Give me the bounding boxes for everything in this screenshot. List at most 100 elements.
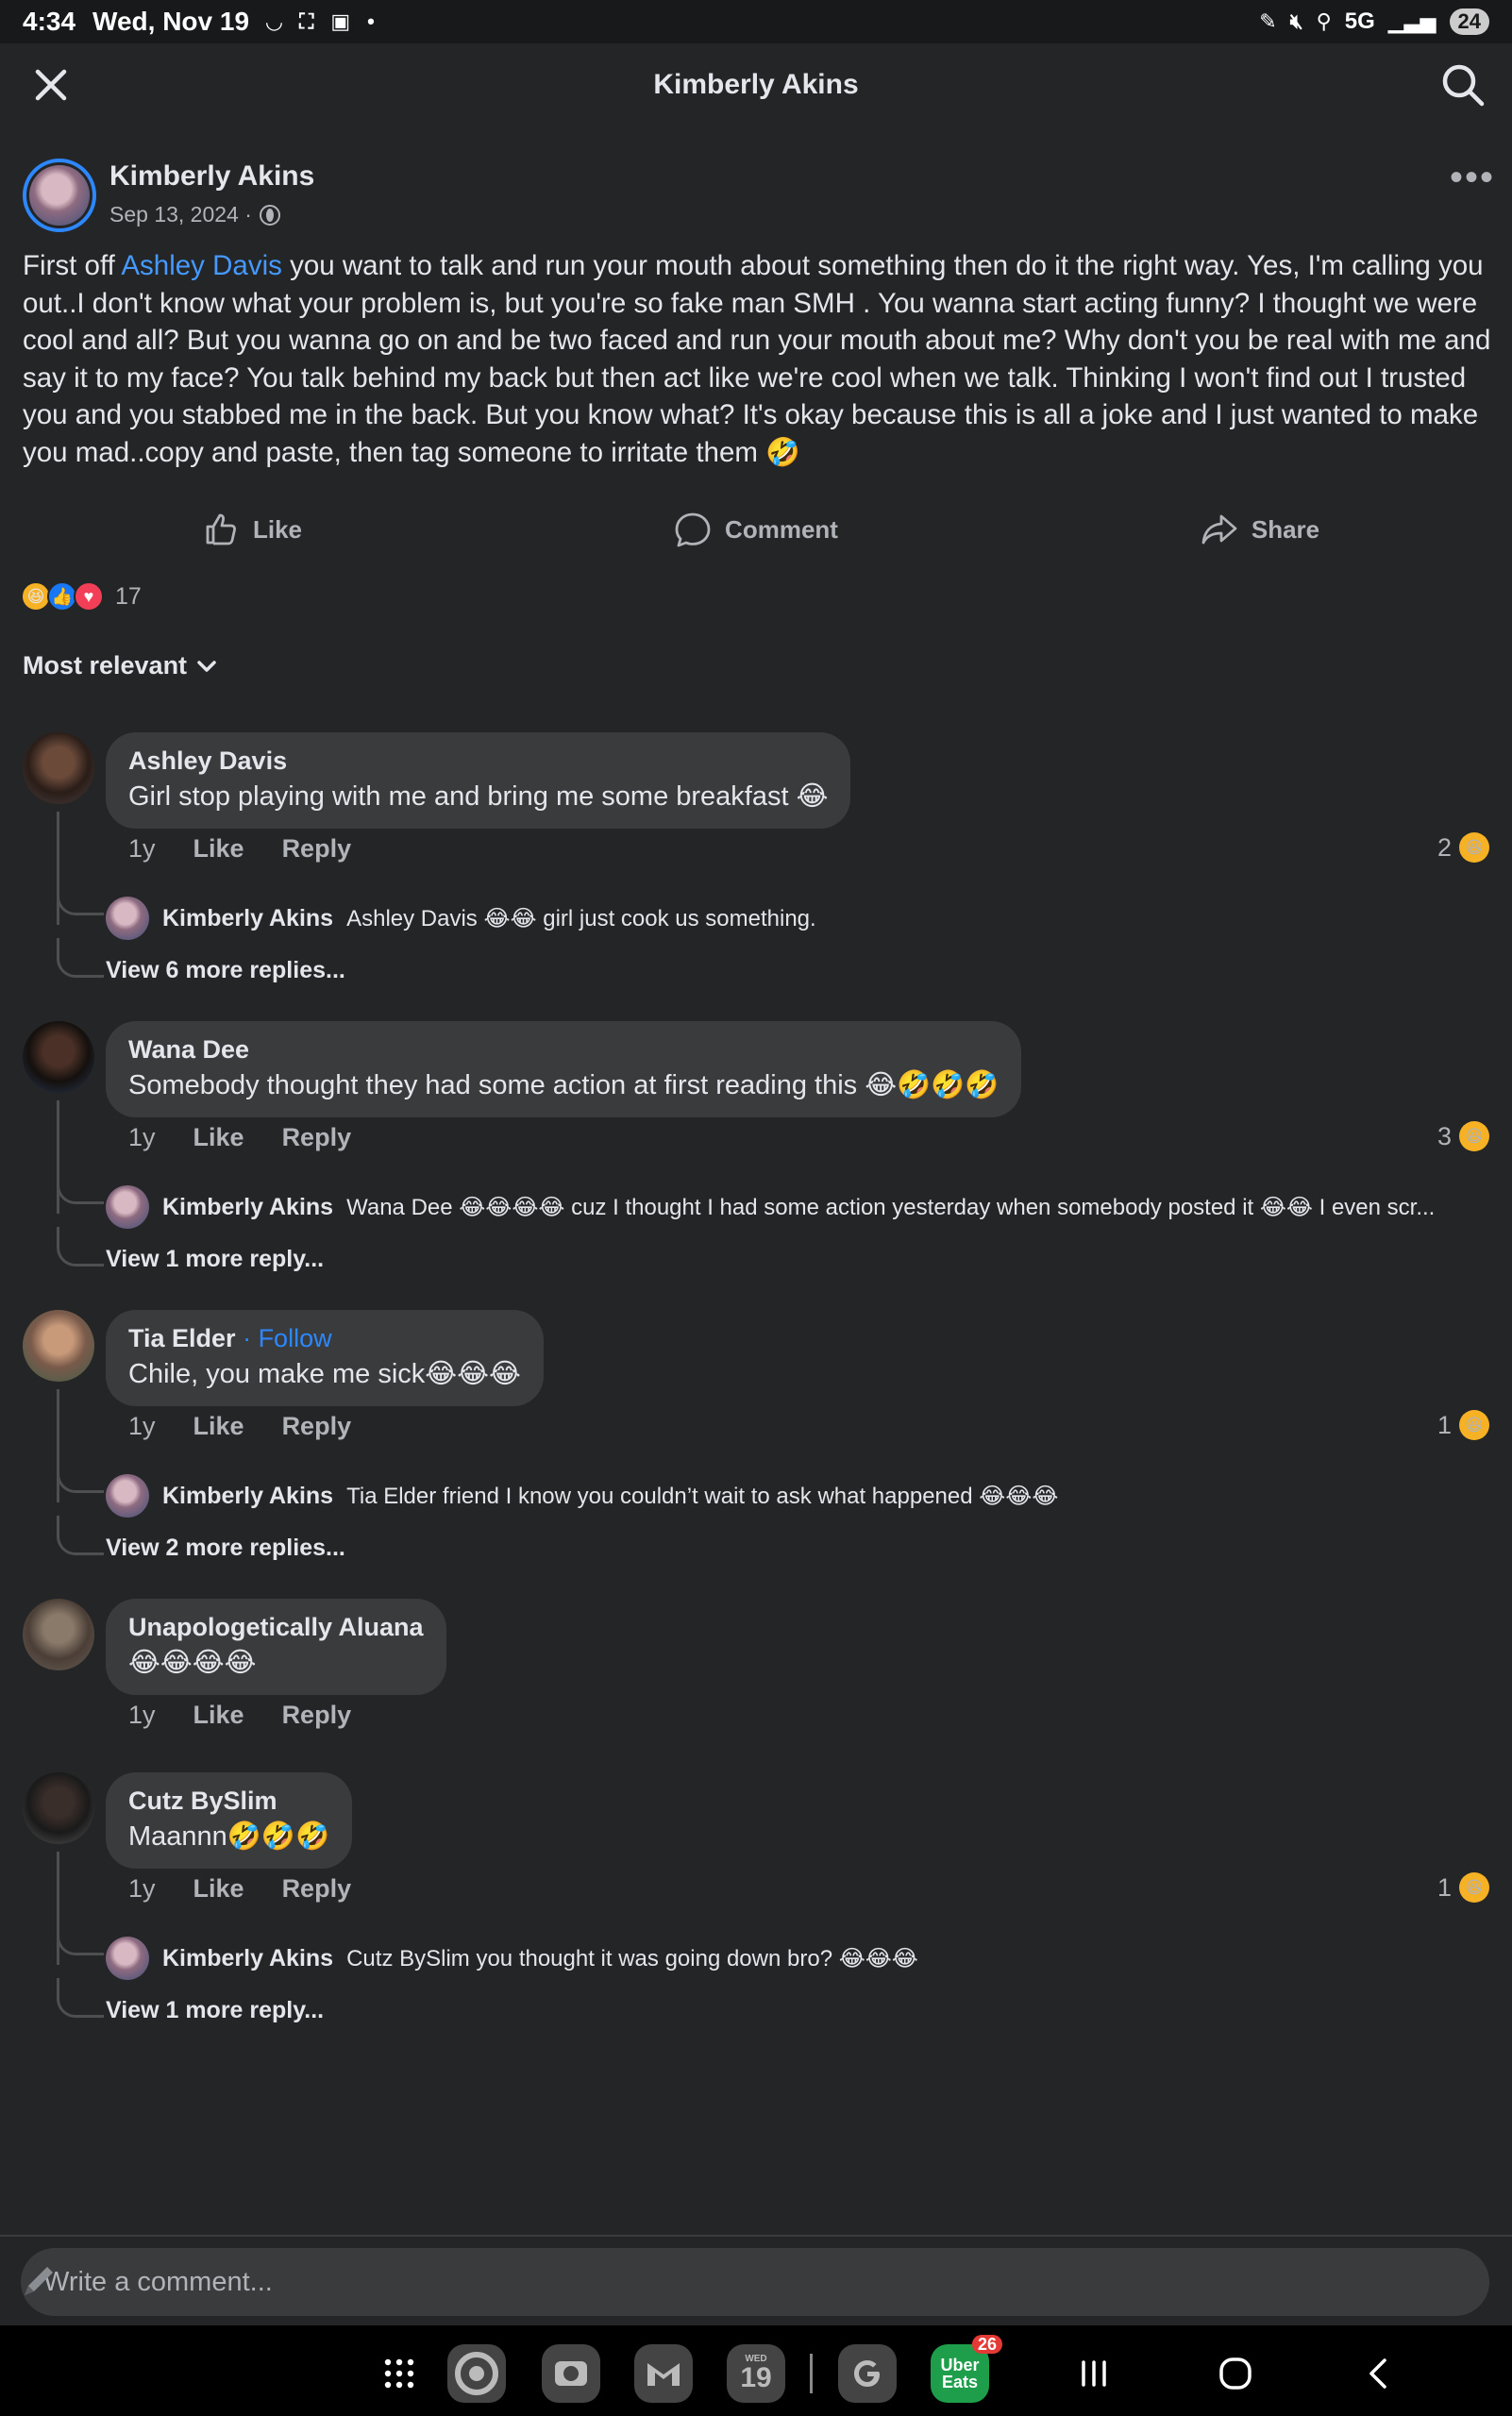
- reaction-count: 17: [115, 582, 142, 610]
- comment-input[interactable]: [43, 2266, 1489, 2298]
- reply-author-name[interactable]: Kimberly Akins: [162, 1194, 333, 1221]
- comment-time: 1y: [128, 1412, 156, 1440]
- recent-apps-button[interactable]: [1065, 2344, 1123, 2403]
- reply-author-name[interactable]: Kimberly Akins: [162, 1483, 333, 1510]
- comment-bubble[interactable]: Tia Elder · Follow Chile, you make me si…: [106, 1310, 544, 1406]
- comment-reply-button[interactable]: Reply: [282, 1123, 352, 1152]
- avatar[interactable]: [23, 732, 94, 804]
- uber-eats-icon[interactable]: Uber Eats 26: [931, 2335, 1002, 2403]
- view-more-replies-link[interactable]: View 1 more reply...: [106, 1246, 324, 1273]
- share-button[interactable]: Share: [1008, 502, 1512, 557]
- home-button[interactable]: [1206, 2344, 1265, 2403]
- comment-like-button[interactable]: Like: [193, 1874, 244, 1904]
- page-title: Kimberly Akins: [653, 69, 859, 100]
- reply-text: Wana Dee 😂😂😂😂 cuz I thought I had some a…: [346, 1194, 1436, 1220]
- comment-reply-button[interactable]: Reply: [282, 1874, 352, 1904]
- camera-app-icon[interactable]: [542, 2344, 600, 2403]
- reply-author-name[interactable]: Kimberly Akins: [162, 905, 333, 932]
- author-avatar[interactable]: [23, 159, 96, 232]
- post-author-name[interactable]: Kimberly Akins: [109, 160, 314, 193]
- chevron-down-icon: [197, 660, 216, 672]
- divider: [0, 2235, 1512, 2237]
- comment-time: 1y: [128, 1701, 156, 1729]
- thread-line: [57, 1100, 59, 1214]
- thread-connector: [57, 1465, 104, 1493]
- share-arrow-icon: [1201, 514, 1237, 545]
- avatar[interactable]: [106, 1937, 149, 1980]
- thread-connector: [57, 938, 104, 978]
- avatar[interactable]: [23, 1599, 94, 1670]
- comment-reaction-count[interactable]: 2 😆: [1437, 832, 1489, 863]
- view-more-replies-link[interactable]: View 1 more reply...: [106, 1997, 324, 2024]
- commenter-name[interactable]: Tia Elder: [128, 1324, 236, 1352]
- thread-connector: [57, 1227, 104, 1267]
- avatar[interactable]: [23, 1772, 94, 1844]
- comment-actions: 1y Like Reply: [128, 1874, 351, 1904]
- view-more-replies-link[interactable]: View 2 more replies...: [106, 1535, 345, 1562]
- reply-preview[interactable]: Kimberly Akins Cutz BySlim you thought i…: [106, 1937, 918, 1980]
- mention-link[interactable]: Ashley Davis: [121, 250, 282, 281]
- search-icon[interactable]: [1438, 60, 1487, 109]
- avatar[interactable]: [106, 1474, 149, 1518]
- comment-text: Maannn🤣🤣🤣: [128, 1821, 330, 1852]
- comment-reply-button[interactable]: Reply: [282, 834, 352, 864]
- post-date[interactable]: Sep 13, 2024 ·: [109, 202, 252, 227]
- dot-icon: •: [367, 9, 375, 33]
- reply-text: Tia Elder friend I know you couldn’t wai…: [346, 1483, 1059, 1509]
- comment-reaction-count[interactable]: 1 😆: [1437, 1410, 1489, 1440]
- avatar[interactable]: [106, 897, 149, 940]
- comment-reaction-count[interactable]: 1 😆: [1437, 1872, 1489, 1903]
- reply-preview[interactable]: Kimberly Akins Wana Dee 😂😂😂😂 cuz I thoug…: [106, 1185, 1435, 1229]
- comment-sort-dropdown[interactable]: Most relevant: [23, 651, 219, 680]
- comment-bubble[interactable]: Wana Dee Somebody thought they had some …: [106, 1021, 1022, 1117]
- comment-reaction-count[interactable]: 3 😆: [1437, 1121, 1489, 1151]
- thread-line: [57, 1389, 59, 1502]
- comment-button[interactable]: Comment: [504, 502, 1008, 557]
- commenter-name[interactable]: Cutz BySlim: [128, 1784, 329, 1818]
- comment-like-button[interactable]: Like: [193, 834, 244, 864]
- avatar[interactable]: [23, 1310, 94, 1382]
- follow-link[interactable]: Follow: [259, 1324, 332, 1352]
- thread-connector: [57, 887, 104, 915]
- reply-preview[interactable]: Kimberly Akins Tia Elder friend I know y…: [106, 1474, 1058, 1518]
- comment-like-button[interactable]: Like: [193, 1123, 244, 1152]
- view-more-replies-link[interactable]: View 6 more replies...: [106, 957, 345, 984]
- comment-like-button[interactable]: Like: [193, 1701, 244, 1730]
- gmail-icon[interactable]: [634, 2344, 693, 2403]
- comment-bubble[interactable]: Unapologetically Aluana 😂😂😂😂: [106, 1599, 446, 1695]
- comment-bubble[interactable]: Ashley Davis Girl stop playing with me a…: [106, 732, 851, 829]
- comment-like-button[interactable]: Like: [193, 1412, 244, 1441]
- top-bar: Kimberly Akins: [0, 43, 1512, 126]
- avatar[interactable]: [23, 1021, 94, 1093]
- google-icon[interactable]: [838, 2344, 897, 2403]
- reply-author-name[interactable]: Kimberly Akins: [162, 1945, 333, 1972]
- reply-preview[interactable]: Kimberly Akins Ashley Davis 😂😂 girl just…: [106, 897, 816, 940]
- reaction-summary[interactable]: 😆 👍 ♥ 17: [21, 578, 142, 615]
- comment-text: 😂😂😂😂: [128, 1648, 257, 1678]
- haha-reaction-icon: 😆: [1459, 832, 1489, 863]
- like-button[interactable]: Like: [0, 502, 504, 557]
- app-drawer-icon[interactable]: [370, 2344, 428, 2403]
- signal-icon: ▁▃▅: [1387, 9, 1436, 33]
- commenter-name[interactable]: Unapologetically Aluana: [128, 1610, 424, 1644]
- post-text-prefix: First off: [23, 250, 122, 281]
- commenter-name[interactable]: Ashley Davis: [128, 744, 828, 778]
- more-options-icon[interactable]: •••: [1450, 159, 1495, 196]
- post-actions: Like Comment Share: [0, 502, 1512, 557]
- pencil-icon[interactable]: [19, 2259, 60, 2301]
- post-text: First off Ashley Davis you want to talk …: [23, 247, 1495, 471]
- comment-reply-button[interactable]: Reply: [282, 1412, 352, 1441]
- status-date: Wed, Nov 19: [92, 7, 250, 36]
- calendar-icon[interactable]: WED 19: [727, 2344, 785, 2403]
- back-button[interactable]: [1350, 2344, 1408, 2403]
- comment-bubble[interactable]: Cutz BySlim Maannn🤣🤣🤣: [106, 1772, 353, 1869]
- comment-time: 1y: [128, 1123, 156, 1151]
- avatar[interactable]: [106, 1185, 149, 1229]
- commenter-name[interactable]: Wana Dee: [128, 1032, 999, 1066]
- comment-composer[interactable]: [21, 2248, 1489, 2316]
- chrome-icon[interactable]: [447, 2344, 506, 2403]
- comment-reply-button[interactable]: Reply: [282, 1701, 352, 1730]
- close-icon[interactable]: [28, 62, 74, 108]
- comment-time: 1y: [128, 1874, 156, 1903]
- battery-icon: 24: [1449, 8, 1489, 35]
